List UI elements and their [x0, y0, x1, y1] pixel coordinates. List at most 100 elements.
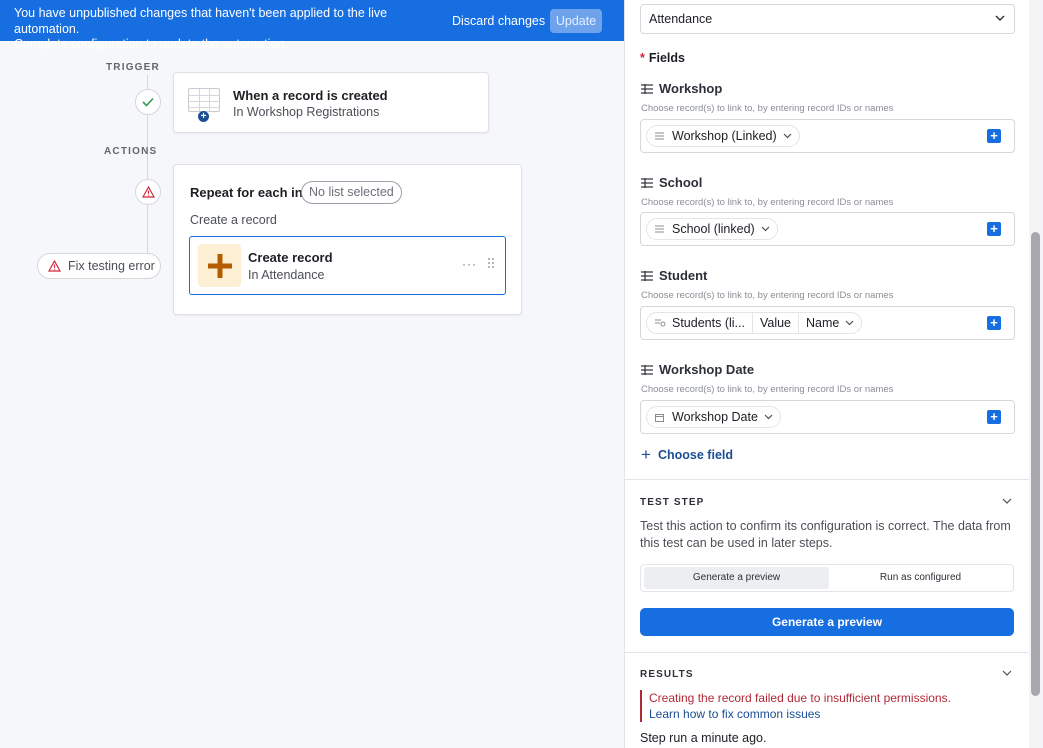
student-field-input[interactable]: Students (li... Value Name + [640, 306, 1015, 340]
field-hint: Choose record(s) to link to, by entering… [641, 103, 894, 114]
results-error-block: Creating the record failed due to insuff… [640, 690, 951, 722]
workshop-date-token[interactable]: Workshop Date [646, 406, 781, 428]
linked-field-icon [655, 132, 664, 140]
chevron-down-icon[interactable] [1002, 670, 1012, 676]
drag-handle-icon[interactable] [488, 258, 496, 270]
choose-field-button[interactable]: + Choose field [641, 445, 734, 464]
school-token[interactable]: School (linked) [646, 218, 778, 240]
section-divider [625, 652, 1030, 653]
results-error-message: Creating the record failed due to insuff… [649, 691, 951, 705]
workshop-date-token-label: Workshop Date [672, 410, 758, 424]
add-token-button[interactable]: + [987, 129, 1001, 143]
discard-changes-button[interactable]: Discard changes [444, 9, 553, 33]
unpublished-changes-banner: You have unpublished changes that haven'… [0, 0, 624, 51]
warning-icon [48, 260, 61, 272]
student-token-source[interactable]: Students (li... [647, 313, 753, 333]
workshop-field-input[interactable]: Workshop (Linked) + [640, 119, 1015, 153]
chevron-down-icon [783, 133, 792, 139]
choose-field-label: Choose field [658, 448, 734, 462]
student-token[interactable]: Students (li... Value Name [646, 312, 863, 334]
update-button[interactable]: Update [550, 9, 602, 33]
banner-message-line2: Complete configuration to update the aut… [14, 37, 288, 51]
warning-icon [141, 186, 155, 198]
workshop-token[interactable]: Workshop (Linked) [646, 125, 800, 147]
add-token-button[interactable]: + [987, 222, 1001, 236]
action-subtitle: In Attendance [248, 268, 325, 282]
field-hint: Choose record(s) to link to, by entering… [641, 290, 894, 301]
fields-heading-text: Fields [648, 51, 685, 65]
repeat-card[interactable]: Repeat for each in No list selected Crea… [173, 164, 522, 315]
chevron-down-icon [764, 414, 773, 420]
calendar-icon [655, 414, 664, 422]
repeat-title: Repeat for each in [190, 185, 303, 200]
student-token-source-label: Students (li... [672, 316, 745, 330]
field-label-school: School [641, 175, 702, 190]
fix-testing-error-button[interactable]: Fix testing error [37, 253, 161, 279]
chevron-down-icon [845, 320, 854, 326]
check-icon [142, 97, 154, 107]
list-select-pill[interactable]: No list selected [301, 181, 402, 204]
linked-field-icon [641, 271, 653, 281]
field-label-text: Workshop [659, 81, 723, 96]
test-step-description: Test this action to confirm its configur… [640, 519, 1011, 550]
field-hint: Choose record(s) to link to, by entering… [641, 384, 894, 395]
test-mode-segmented-control: Generate a preview Run as configured [640, 564, 1014, 592]
trigger-title: When a record is created [233, 88, 388, 103]
workshop-date-field-input[interactable]: Workshop Date + [640, 400, 1015, 434]
linked-field-icon [655, 225, 664, 233]
student-token-value[interactable]: Value [753, 313, 799, 333]
school-token-label: School (linked) [672, 222, 755, 236]
linked-field-icon [641, 84, 653, 94]
generate-preview-option[interactable]: Generate a preview [644, 567, 829, 589]
automation-canvas: You have unpublished changes that haven'… [0, 0, 624, 748]
panel-scrollbar[interactable] [1029, 0, 1043, 748]
table-icon [188, 88, 220, 112]
plus-icon [198, 244, 241, 287]
add-token-button[interactable]: + [987, 316, 1001, 330]
results-heading: RESULTS [640, 669, 694, 680]
fields-heading: * Fields [640, 51, 685, 65]
trigger-section-label: TRIGGER [106, 62, 160, 73]
create-record-action-card[interactable]: Create record In Attendance ··· [189, 236, 506, 295]
chevron-down-icon [995, 15, 1005, 21]
trigger-status-indicator [135, 89, 161, 115]
fix-testing-error-label: Fix testing error [68, 259, 155, 273]
add-badge-icon: + [198, 111, 209, 122]
workshop-token-label: Workshop (Linked) [672, 129, 777, 143]
banner-message-line1: You have unpublished changes that haven'… [14, 6, 388, 36]
scrollbar-thumb[interactable] [1031, 232, 1040, 696]
lookup-field-icon [655, 319, 666, 327]
trigger-subtitle: In Workshop Registrations [233, 105, 380, 119]
linked-field-icon [641, 365, 653, 375]
chevron-down-icon [761, 226, 770, 232]
fix-issues-link[interactable]: Learn how to fix common issues [649, 706, 951, 722]
field-label-student: Student [641, 268, 707, 283]
student-token-name-label: Name [806, 316, 840, 330]
field-label-text: Student [659, 268, 708, 283]
field-label-workshop-date: Workshop Date [641, 362, 754, 377]
plus-icon: + [641, 445, 651, 464]
required-mark: * [640, 51, 645, 65]
school-field-input[interactable]: School (linked) + [640, 212, 1015, 246]
more-options-icon[interactable]: ··· [462, 257, 477, 271]
section-divider [625, 479, 1030, 480]
config-panel: Attendance * Fields Workshop Choose recor… [624, 0, 1030, 748]
student-token-name[interactable]: Name [799, 313, 861, 333]
table-select-value: Attendance [649, 12, 713, 26]
generate-preview-button[interactable]: Generate a preview [640, 608, 1014, 636]
linked-field-icon [641, 178, 653, 188]
action-status-indicator [135, 179, 161, 205]
table-select[interactable]: Attendance [640, 4, 1015, 34]
chevron-down-icon[interactable] [1002, 498, 1012, 504]
run-as-configured-option[interactable]: Run as configured [829, 567, 1012, 589]
trigger-card[interactable]: + When a record is created In Workshop R… [173, 72, 489, 133]
add-token-button[interactable]: + [987, 410, 1001, 424]
step-run-timestamp: Step run a minute ago. [640, 731, 767, 745]
field-label-workshop: Workshop [641, 81, 722, 96]
field-label-text: Workshop Date [659, 362, 755, 377]
field-label-text: School [659, 175, 703, 190]
repeat-inner-label: Create a record [190, 213, 277, 227]
banner-message: You have unpublished changes that haven'… [14, 6, 434, 53]
test-step-heading: TEST STEP [640, 497, 705, 508]
actions-section-label: ACTIONS [104, 146, 158, 157]
